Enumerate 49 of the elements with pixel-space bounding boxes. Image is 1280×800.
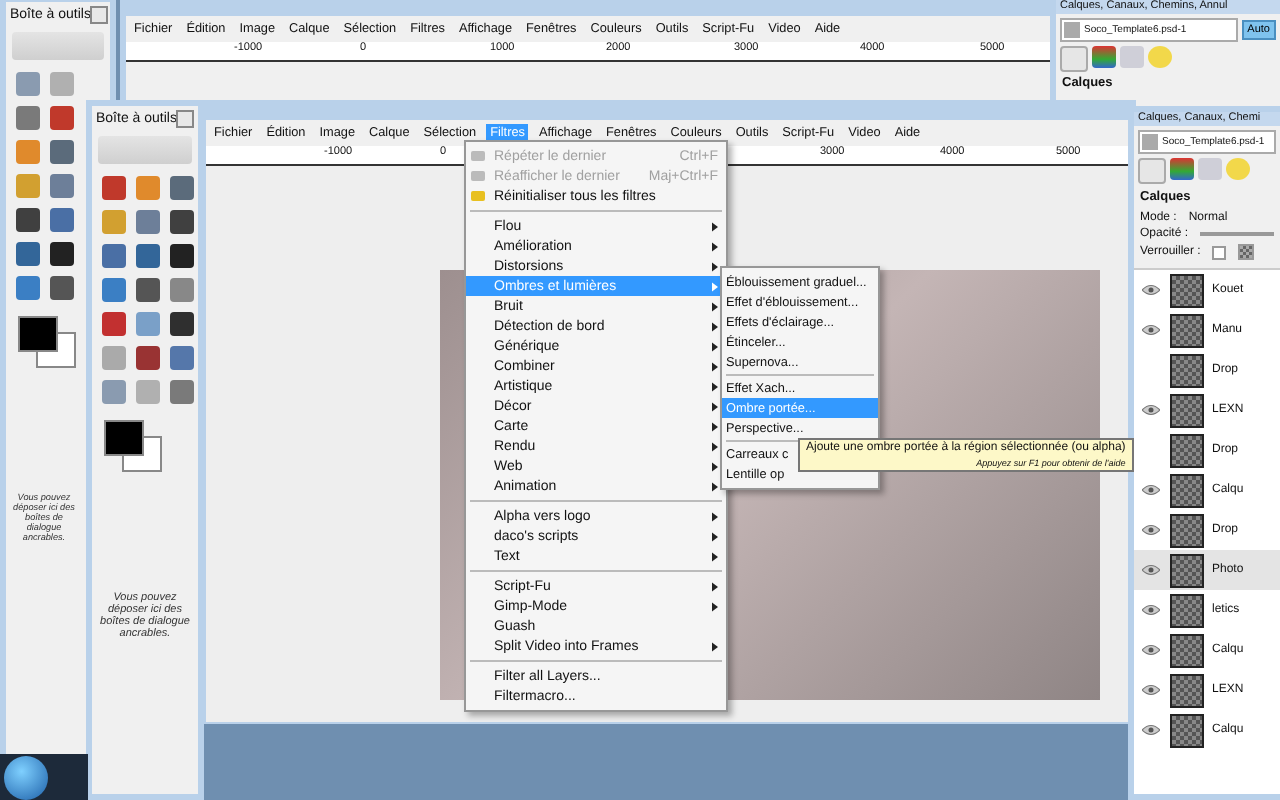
tool-icon[interactable] [50,208,74,232]
layer-thumbnail [1170,473,1204,507]
checkbox[interactable] [1212,245,1227,259]
tool-icon[interactable] [50,106,74,130]
close-icon[interactable] [90,6,109,24]
eye-icon[interactable] [1141,484,1159,496]
layer-thumbnail [1170,433,1204,467]
tool-icon[interactable] [102,176,126,200]
eye-icon[interactable] [1141,644,1159,656]
tool-icon[interactable] [50,140,74,164]
submenu-arrow-icon [712,641,718,651]
tool-icon[interactable] [16,106,40,130]
layer-thumbnail [1170,673,1204,707]
tool-icon[interactable] [136,346,160,370]
tool-icon[interactable] [136,244,160,268]
layer-thumbnail [1170,593,1204,627]
layer-thumbnail [1170,553,1204,587]
eye-icon[interactable] [1141,284,1159,296]
tool-icon[interactable] [170,176,194,200]
eye-icon[interactable] [1141,604,1159,616]
tool-icon[interactable] [16,242,40,266]
checkerboard-icon[interactable] [1238,244,1255,260]
layer-thumbnail [1170,393,1204,427]
tool-icon[interactable] [170,380,194,404]
tool-icon[interactable] [16,208,40,232]
color-swatch-icon[interactable] [104,420,164,472]
tool-icon[interactable] [136,278,160,302]
layer-thumbnail [1170,273,1204,307]
tool-icon[interactable] [50,242,74,266]
tool-icon[interactable] [102,244,126,268]
layer-thumbnail [1170,313,1204,347]
eye-icon[interactable] [1141,684,1159,696]
color-swatch-icon[interactable] [18,316,78,368]
eye-icon[interactable] [1141,404,1159,416]
tool-icon[interactable] [102,312,126,336]
eye-icon[interactable] [1141,724,1159,736]
tool-icon[interactable] [170,312,194,336]
eye-icon[interactable] [1141,524,1159,536]
layer-thumbnail [1170,713,1204,747]
tool-icon[interactable] [170,210,194,234]
layer-thumbnail [1170,353,1204,387]
layer-thumbnail [1170,633,1204,667]
close-icon[interactable] [176,110,195,128]
tool-icon[interactable] [170,244,194,268]
tool-icon[interactable] [170,346,194,370]
layer-thumbnail [1170,513,1204,547]
tool-icon[interactable] [50,276,74,300]
eye-icon[interactable] [1141,324,1159,336]
eye-icon[interactable] [1141,564,1159,576]
